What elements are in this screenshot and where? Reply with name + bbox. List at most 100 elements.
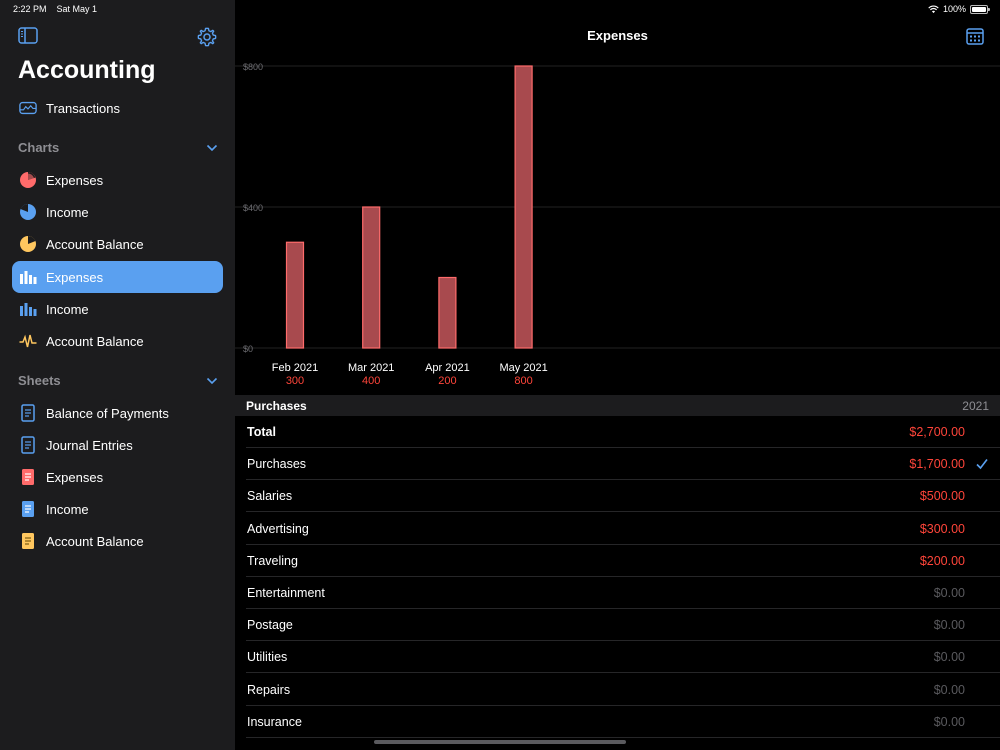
calendar-icon[interactable] [966,27,984,45]
bar-chart-icon [19,300,37,318]
row-label: Advertising [247,521,309,536]
status-bar-right: 100% [928,4,990,14]
sidebar-item-balance-of-payments[interactable]: Balance of Payments [12,397,223,429]
data-label: 400 [362,375,380,387]
y-tick-label: $400 [243,203,263,213]
document-icon [19,500,37,518]
row-value: $200.00 [919,553,965,568]
sidebar-item-charts-income-bar[interactable]: Income [12,293,223,325]
table-row[interactable]: Total $2,700.00 [235,416,1000,448]
chart-bar[interactable] [285,241,305,349]
status-time: 2:22 PM [13,4,47,14]
battery-icon [970,4,990,14]
sidebar-item-sheet-account-balance[interactable]: Account Balance [12,525,223,557]
table-row[interactable]: Postage $0.00 [235,609,1000,642]
waveform-icon [19,332,37,350]
sidebar-item-charts-expenses-bar[interactable]: Expenses [12,261,223,293]
sidebar-item-charts-account-balance[interactable]: Account Balance [12,228,223,260]
table-row[interactable]: Traveling $200.00 [235,545,1000,577]
chevron-down-icon [206,144,218,151]
sidebar-item-label: Account Balance [46,533,144,549]
sidebar-item-label: Expenses [46,469,104,485]
row-value: $0.00 [933,714,965,729]
table-row[interactable]: Salaries $500.00 [235,480,1000,513]
row-value: $500.00 [919,489,965,504]
chart-bar[interactable] [514,65,533,349]
chart-bar[interactable] [438,276,457,349]
sidebar-item-label: Balance of Payments [46,405,169,421]
document-icon [19,404,37,422]
sidebar-item-label: Transactions [46,100,120,116]
row-label: Entertainment [247,586,325,600]
wifi-icon [928,5,939,13]
table-row[interactable]: Entertainment $0.00 [235,577,1000,609]
row-value: $2,700.00 [909,425,965,439]
row-label: Insurance [247,714,302,729]
section-header-sheets[interactable]: Sheets [18,373,218,388]
tray-icon [19,99,37,117]
row-value: $300.00 [919,521,965,536]
row-value: $0.00 [933,682,965,697]
app-title: Accounting [18,56,156,84]
table-header-label: Purchases [246,398,307,413]
section-label: Sheets [18,373,61,388]
row-label: Postage [247,618,293,633]
x-tick-label: Apr 2021 [425,362,470,374]
table-row[interactable]: Purchases $1,700.00 [235,448,1000,481]
status-bar-left: 2:22 PM Sat May 1 [13,4,97,14]
table-row[interactable]: Insurance $0.00 [235,706,1000,738]
sidebar: Accounting Transactions Charts Expenses … [0,0,235,750]
pie-chart-icon [19,235,37,253]
y-tick-label: $800 [243,62,263,72]
row-value: $0.00 [933,618,965,633]
sidebar-item-charts-expenses[interactable]: Expenses [12,164,223,196]
table-row[interactable]: Repairs $0.00 [235,674,1000,706]
y-tick-label: $0 [243,344,253,354]
main-content: Expenses $0 $400 $800 Feb 2021 300 Mar 2021 40… [235,0,1000,750]
gear-icon[interactable] [196,26,218,48]
page-title: Expenses [587,28,648,43]
expenses-bar-chart: $0 $400 $800 Feb 2021300 Mar 2021400 Apr 2021… [235,62,1000,387]
sidebar-item-label: Income [46,301,89,317]
section-header-charts[interactable]: Charts [18,140,218,155]
sidebar-item-label: Income [46,204,89,220]
chevron-down-icon [206,377,218,384]
sidebar-item-label: Expenses [46,172,104,188]
pie-chart-icon [19,203,37,221]
row-label: Salaries [247,489,293,504]
sidebar-item-label: Expenses [46,269,104,285]
table-row[interactable]: Utilities $0.00 [235,641,1000,674]
sidebar-item-charts-account-balance-line[interactable]: Account Balance [12,325,223,357]
sidebar-item-label: Account Balance [46,333,144,349]
row-label: Purchases [247,457,307,472]
home-indicator [374,740,626,744]
row-label: Total [247,425,276,439]
status-date: Sat May 1 [56,4,98,14]
document-icon [19,532,37,550]
table-row[interactable]: Advertising $300.00 [235,513,1000,545]
sidebar-item-charts-income[interactable]: Income [12,196,223,228]
x-tick-label: May 2021 [499,362,547,374]
sidebar-item-sheet-expenses[interactable]: Expenses [12,461,223,493]
document-icon [19,468,37,486]
bar-chart-icon [19,268,37,286]
sidebar-item-sheet-income[interactable]: Income [12,493,223,525]
data-label: 800 [514,375,532,387]
chart-bar[interactable] [362,206,381,349]
sidebar-item-label: Account Balance [46,236,144,252]
checkmark-icon [976,459,988,470]
table-header: Purchases 2021 [235,395,1000,416]
sidebar-item-transactions[interactable]: Transactions [12,92,223,124]
document-icon [19,436,37,454]
row-value: $0.00 [933,650,965,665]
sidebar-item-label: Income [46,501,89,517]
row-label: Traveling [247,553,298,568]
x-tick-label: Feb 2021 [272,362,318,374]
row-label: Utilities [247,650,288,665]
pie-chart-icon [19,171,37,189]
sidebar-toggle-icon[interactable] [18,27,38,45]
battery-percentage: 100% [942,4,966,14]
table-header-year: 2021 [962,398,989,413]
data-label: 200 [438,375,456,387]
sidebar-item-journal-entries[interactable]: Journal Entries [12,429,223,461]
